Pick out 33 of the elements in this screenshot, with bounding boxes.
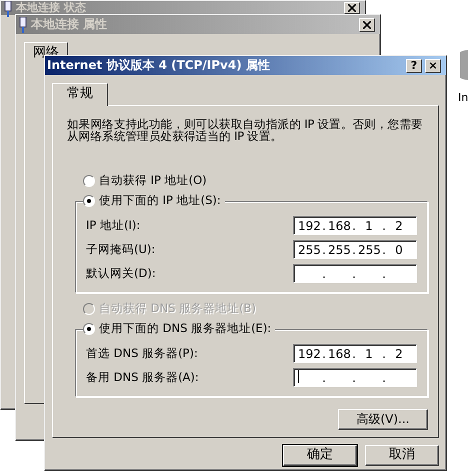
- ip-address-field[interactable]: . . .: [293, 368, 417, 388]
- close-icon: [363, 20, 371, 28]
- field-label: IP 地址(I):: [86, 218, 140, 233]
- desktop-icon-label[interactable]: In: [458, 91, 468, 104]
- ip-address-field[interactable]: 192. 168. 1 . 2: [293, 216, 417, 236]
- tab[interactable]: 常规: [52, 83, 108, 106]
- help-button[interactable]: ?: [406, 58, 422, 72]
- network-plug-icon: [18, 16, 28, 32]
- close-button[interactable]: ×: [425, 58, 441, 72]
- radio-label[interactable]: 自动获得 IP 地址(O): [99, 174, 207, 188]
- radio-label[interactable]: 使用下面的 DNS 服务器地址(E):: [99, 322, 272, 336]
- window-title: 本地连接 属性: [31, 17, 108, 32]
- cancel-button[interactable]: 取消: [365, 444, 439, 466]
- advanced-button[interactable]: 高级(V)...: [338, 408, 428, 430]
- close-button[interactable]: [359, 18, 375, 32]
- close-button[interactable]: [344, 2, 360, 14]
- radio-button[interactable]: [83, 194, 95, 207]
- window-title: 本地连接 状态: [16, 1, 86, 14]
- description-text: 如果网络支持此功能，则可以获取自动指派的 IP 设置。否则，您需要从网络系统管理员处获得适当的 IP 设置。: [67, 118, 424, 143]
- field-label: 首选 DNS 服务器(P):: [86, 346, 198, 361]
- close-icon: [348, 4, 356, 12]
- radio-button[interactable]: [83, 322, 95, 335]
- field-label: 备用 DNS 服务器(A):: [86, 370, 199, 385]
- ok-button[interactable]: 确定: [283, 444, 357, 466]
- radio-button[interactable]: [83, 174, 95, 187]
- desktop-icon[interactable]: [460, 50, 468, 80]
- ip-address-field[interactable]: 192. 168. 1 . 2: [293, 344, 417, 364]
- field-label: 子网掩码(U):: [86, 242, 156, 257]
- network-plug-icon: [3, 1, 13, 17]
- field-label: 默认网关(D):: [86, 266, 156, 281]
- ip-address-field[interactable]: 255. 255. 255. 0: [293, 240, 417, 260]
- radio-label[interactable]: 使用下面的 IP 地址(S):: [99, 194, 221, 208]
- ip-address-field[interactable]: . . .: [293, 264, 417, 284]
